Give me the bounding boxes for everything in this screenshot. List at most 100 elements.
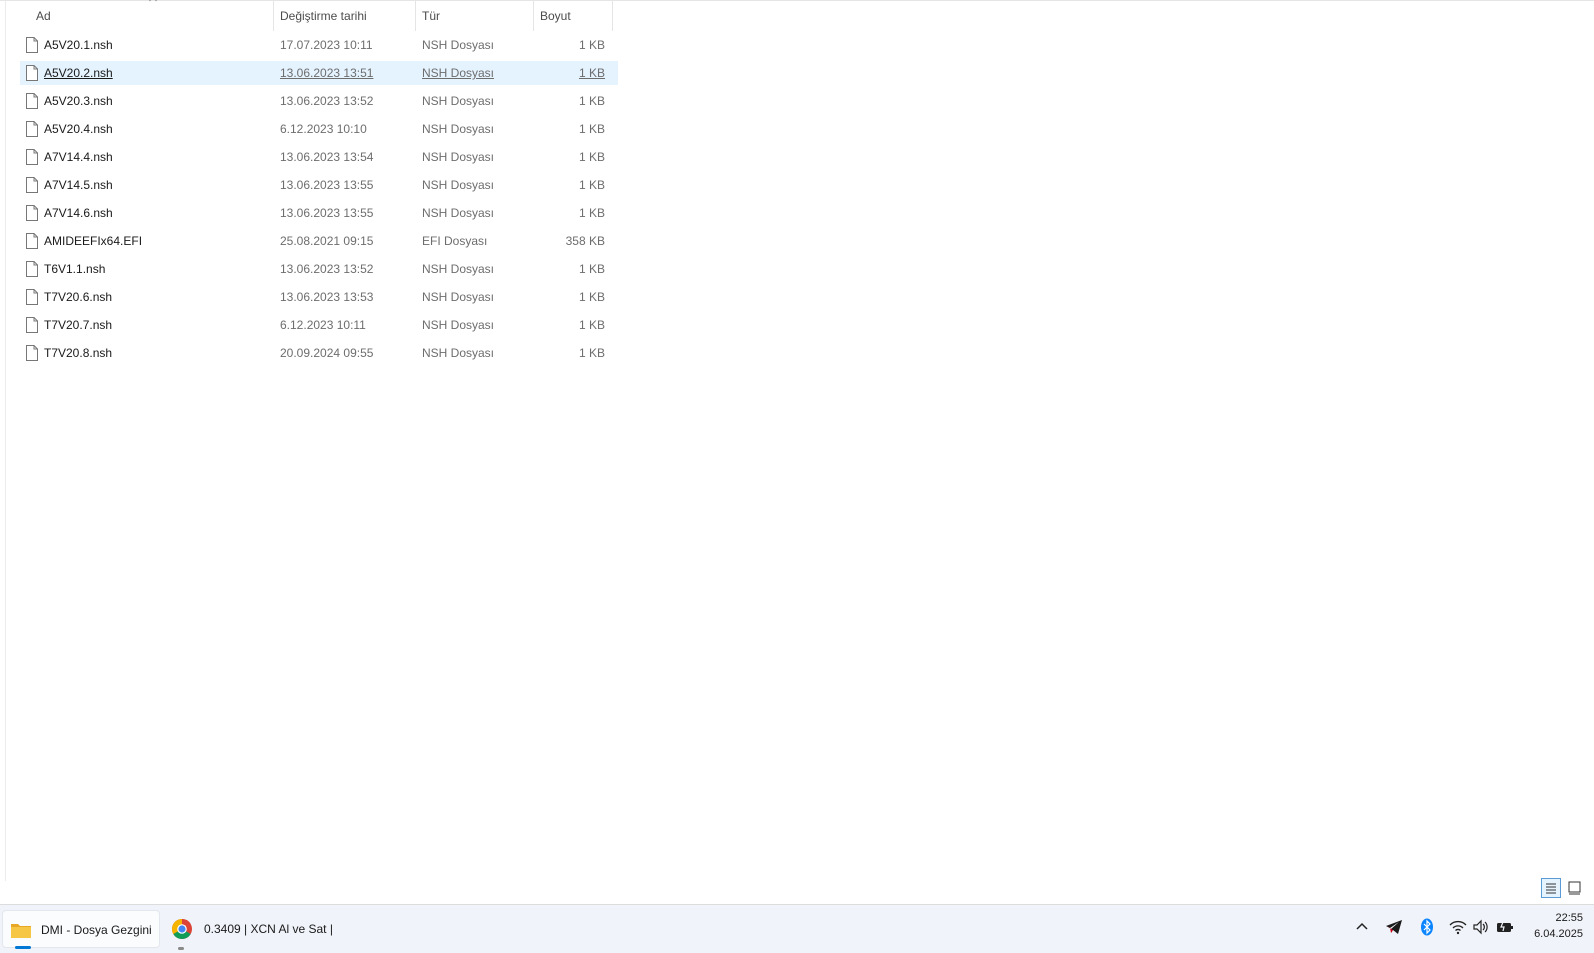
- file-name: AMIDEEFIx64.EFI: [44, 234, 143, 248]
- file-type: NSH Dosyası: [422, 290, 495, 304]
- file-icon: [26, 121, 38, 137]
- file-size: 1 KB: [578, 318, 605, 332]
- column-header-name[interactable]: Ad: [6, 0, 274, 31]
- column-header-name-label: Ad: [36, 9, 51, 23]
- file-name: T7V20.7.nsh: [44, 318, 113, 332]
- file-icon: [26, 93, 38, 109]
- details-view-icon: [1546, 883, 1556, 894]
- file-name: T7V20.8.nsh: [44, 346, 113, 360]
- file-name: A7V14.5.nsh: [44, 178, 113, 192]
- file-name: T7V20.6.nsh: [44, 290, 113, 304]
- file-size: 1 KB: [578, 150, 605, 164]
- taskbar-item-label: 0.3409 | XCN Al ve Sat |: [204, 922, 333, 936]
- file-icon: [26, 149, 38, 165]
- folder-icon: [11, 924, 31, 938]
- file-row[interactable]: T7V20.6.nsh 13.06.2023 13:53 NSH Dosyası 1 …: [20, 285, 618, 309]
- file-modified-date: 20.09.2024 09:55: [280, 346, 374, 360]
- file-modified-date: 13.06.2023 13:51: [280, 66, 374, 80]
- chevron-up-icon[interactable]: [1353, 918, 1371, 936]
- file-row[interactable]: A7V14.5.nsh 13.06.2023 13:55 NSH Dosyası 1 …: [20, 173, 618, 197]
- file-icon: [26, 233, 38, 249]
- file-row[interactable]: A5V20.4.nsh 6.12.2023 10:10 NSH Dosyası 1 K…: [20, 117, 618, 141]
- running-indicator: [178, 947, 184, 950]
- file-row[interactable]: A7V14.6.nsh 13.06.2023 13:55 NSH Dosyası 1 …: [20, 201, 618, 225]
- large-icons-view-icon: [1568, 881, 1581, 895]
- system-clock[interactable]: 22:55 6.04.2025: [1508, 910, 1583, 942]
- telegram-icon[interactable]: [1385, 918, 1403, 936]
- file-type: NSH Dosyası: [422, 178, 495, 192]
- file-size: 1 KB: [578, 290, 605, 304]
- file-size: 1 KB: [578, 94, 605, 108]
- taskbar-item-label: DMI - Dosya Gezgini: [41, 923, 152, 937]
- large-icons-view-button[interactable]: [1565, 878, 1585, 898]
- column-header-modified[interactable]: Değiştirme tarihi: [274, 1, 416, 31]
- file-icon: [26, 37, 38, 53]
- file-explorer-window: Ad Değiştirme tarihi Tür Boyut A5V20.1.n…: [0, 0, 1594, 905]
- wifi-icon[interactable]: [1449, 918, 1467, 936]
- file-modified-date: 13.06.2023 13:53: [280, 290, 374, 304]
- file-name: A5V20.3.nsh: [44, 94, 113, 108]
- file-type: EFI Dosyası: [422, 234, 488, 248]
- file-row[interactable]: AMIDEEFIx64.EFI 25.08.2021 09:15 EFI Dosya…: [20, 229, 618, 253]
- file-size: 1 KB: [578, 122, 605, 136]
- file-name: A7V14.6.nsh: [44, 206, 113, 220]
- taskbar-item-chrome[interactable]: 0.3409 | XCN Al ve Sat |: [168, 910, 338, 950]
- file-name: A5V20.4.nsh: [44, 122, 113, 136]
- active-window-indicator: [15, 946, 31, 949]
- bluetooth-icon[interactable]: [1418, 918, 1436, 936]
- sort-ascending-icon: [149, 0, 157, 2]
- file-size: 1 KB: [578, 178, 605, 192]
- file-type: NSH Dosyası: [422, 262, 495, 276]
- file-size: 1 KB: [578, 206, 605, 220]
- column-header: Ad Değiştirme tarihi Tür Boyut: [6, 0, 619, 31]
- file-icon: [26, 205, 38, 221]
- file-type: NSH Dosyası: [422, 122, 495, 136]
- taskbar: DMI - Dosya Gezgini 0.3409 | XCN Al ve S…: [0, 904, 1594, 953]
- file-icon: [26, 289, 38, 305]
- file-type: NSH Dosyası: [422, 94, 495, 108]
- file-modified-date: 25.08.2021 09:15: [280, 234, 374, 248]
- column-header-size[interactable]: Boyut: [534, 1, 613, 31]
- file-size: 1 KB: [578, 38, 605, 52]
- file-row[interactable]: T6V1.1.nsh 13.06.2023 13:52 NSH Dosyası 1 K…: [20, 257, 618, 281]
- file-row[interactable]: A5V20.2.nsh 13.06.2023 13:51 NSH Dosyası 1 …: [20, 61, 618, 85]
- file-row[interactable]: T7V20.7.nsh 6.12.2023 10:11 NSH Dosyası 1 K…: [20, 313, 618, 337]
- clock-date: 6.04.2025: [1534, 928, 1583, 940]
- file-type: NSH Dosyası: [422, 346, 495, 360]
- file-row[interactable]: T7V20.8.nsh 20.09.2024 09:55 NSH Dosyası 1 …: [20, 341, 618, 365]
- file-row[interactable]: A5V20.1.nsh 17.07.2023 10:11 NSH Dosyası 1 …: [20, 33, 618, 57]
- file-row[interactable]: A7V14.4.nsh 13.06.2023 13:54 NSH Dosyası 1 …: [20, 145, 618, 169]
- column-header-type-label: Tür: [422, 9, 440, 23]
- file-icon: [26, 345, 38, 361]
- file-name: A7V14.4.nsh: [44, 150, 113, 164]
- file-modified-date: 6.12.2023 10:11: [280, 318, 366, 332]
- chrome-icon: [172, 919, 192, 939]
- file-type: NSH Dosyası: [422, 38, 495, 52]
- file-icon: [26, 317, 38, 333]
- file-name: A5V20.2.nsh: [44, 66, 113, 80]
- navigation-pane-edge[interactable]: [0, 1, 6, 881]
- file-size: 1 KB: [578, 262, 605, 276]
- file-modified-date: 13.06.2023 13:55: [280, 178, 374, 192]
- taskbar-item-file-explorer[interactable]: DMI - Dosya Gezgini: [2, 910, 160, 949]
- column-header-size-label: Boyut: [540, 9, 571, 23]
- file-type: NSH Dosyası: [422, 318, 495, 332]
- details-view-button[interactable]: [1541, 878, 1561, 898]
- file-icon: [26, 261, 38, 277]
- file-icon: [26, 177, 38, 193]
- column-header-type[interactable]: Tür: [416, 1, 534, 31]
- volume-icon[interactable]: [1472, 918, 1490, 936]
- file-icon: [26, 65, 38, 81]
- file-modified-date: 13.06.2023 13:52: [280, 262, 374, 276]
- file-modified-date: 6.12.2023 10:10: [280, 122, 367, 136]
- file-modified-date: 13.06.2023 13:52: [280, 94, 374, 108]
- file-modified-date: 13.06.2023 13:54: [280, 150, 374, 164]
- column-header-modified-label: Değiştirme tarihi: [280, 9, 367, 23]
- file-size: 1 KB: [578, 66, 605, 80]
- file-size: 1 KB: [578, 346, 605, 360]
- file-type: NSH Dosyası: [422, 150, 495, 164]
- file-modified-date: 13.06.2023 13:55: [280, 206, 374, 220]
- file-size: 358 KB: [565, 234, 605, 248]
- file-row[interactable]: A5V20.3.nsh 13.06.2023 13:52 NSH Dosyası 1 …: [20, 89, 618, 113]
- file-modified-date: 17.07.2023 10:11: [280, 38, 373, 52]
